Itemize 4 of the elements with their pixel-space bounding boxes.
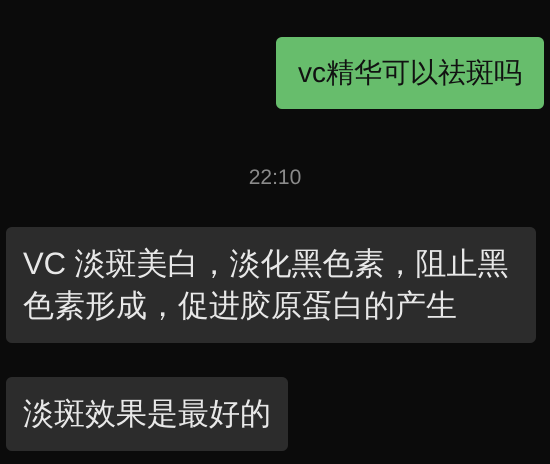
received-message-bubble: VC 淡斑美白，淡化黑色素，阻止黑色素形成，促进胶原蛋白的产生 [6,227,536,343]
message-timestamp: 22:10 [248,165,302,191]
received-message-bubble: 淡斑效果是最好的 [6,377,288,451]
sent-message-bubble: vc精华可以祛斑吗 [276,37,544,109]
